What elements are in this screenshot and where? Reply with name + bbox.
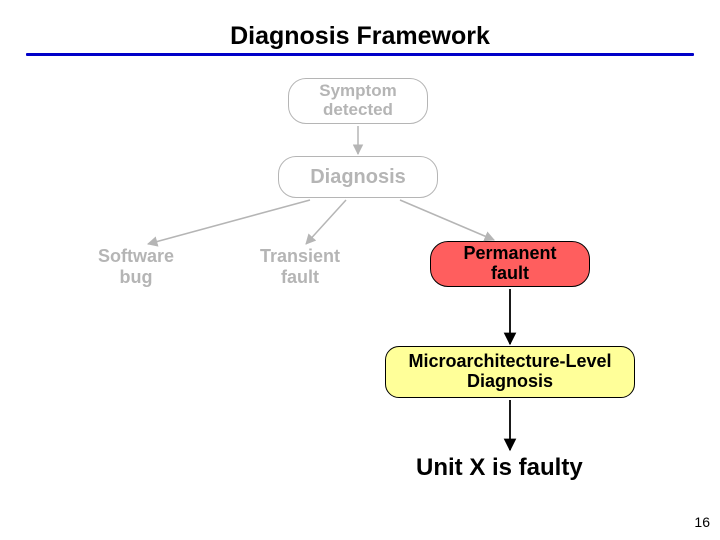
page-title: Diagnosis Framework: [230, 22, 490, 51]
arrow-to-transient: [306, 200, 346, 244]
node-label: Microarchitecture-Level Diagnosis: [408, 352, 611, 392]
node-label: Transient fault: [260, 246, 340, 287]
node-diagnosis: Diagnosis: [278, 156, 438, 198]
diagram-stage: Symptom detected Diagnosis Software bug …: [0, 60, 720, 540]
node-symptom-detected: Symptom detected: [288, 78, 428, 124]
page-number: 16: [694, 514, 710, 530]
node-software-bug: Software bug: [76, 246, 196, 288]
arrow-to-permanent: [400, 200, 494, 240]
node-label: Permanent fault: [463, 244, 556, 284]
node-transient-fault: Transient fault: [240, 246, 360, 288]
node-label: Software bug: [98, 246, 174, 287]
title-rule: [26, 53, 694, 56]
node-permanent-fault: Permanent fault: [430, 241, 590, 287]
result-text: Unit X is faulty: [416, 454, 583, 482]
node-label: Symptom detected: [319, 82, 396, 119]
arrow-to-software-bug: [148, 200, 310, 244]
node-microarch-diagnosis: Microarchitecture-Level Diagnosis: [385, 346, 635, 398]
node-label: Diagnosis: [310, 166, 406, 188]
node-label: Unit X is faulty: [416, 454, 583, 481]
arrows-layer: [0, 60, 720, 540]
